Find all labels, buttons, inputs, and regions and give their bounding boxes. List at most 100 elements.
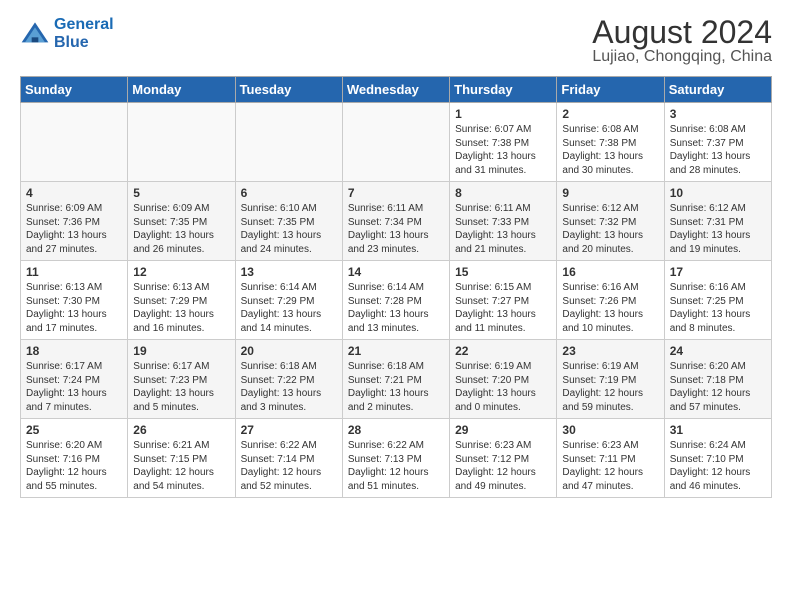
day-number: 16 [562,265,658,279]
calendar-page: General Blue August 2024 Lujiao, Chongqi… [0,0,792,508]
location-subtitle: Lujiao, Chongqing, China [592,48,772,66]
day-content: Sunrise: 6:11 AM Sunset: 7:33 PM Dayligh… [455,202,551,256]
day-number: 13 [241,265,337,279]
day-content: Sunrise: 6:23 AM Sunset: 7:11 PM Dayligh… [562,439,658,493]
calendar-cell: 13 Sunrise: 6:14 AM Sunset: 7:29 PM Dayli… [235,261,342,340]
day-number: 17 [670,265,766,279]
calendar-week-row: 11 Sunrise: 6:13 AM Sunset: 7:30 PM Dayli… [21,261,772,340]
day-content: Sunrise: 6:17 AM Sunset: 7:23 PM Dayligh… [133,360,229,414]
weekday-header-saturday: Saturday [664,77,771,103]
day-content: Sunrise: 6:20 AM Sunset: 7:16 PM Dayligh… [26,439,122,493]
day-content: Sunrise: 6:17 AM Sunset: 7:24 PM Dayligh… [26,360,122,414]
calendar-cell [342,103,449,182]
calendar-week-row: 4 Sunrise: 6:09 AM Sunset: 7:36 PM Daylig… [21,182,772,261]
calendar-cell: 10 Sunrise: 6:12 AM Sunset: 7:31 PM Dayli… [664,182,771,261]
day-number: 2 [562,107,658,121]
day-content: Sunrise: 6:14 AM Sunset: 7:28 PM Dayligh… [348,281,444,335]
weekday-header-thursday: Thursday [450,77,557,103]
calendar-cell: 3Sunrise: 6:08 AM Sunset: 7:37 PM Daylig… [664,103,771,182]
calendar-cell: 14 Sunrise: 6:14 AM Sunset: 7:28 PM Dayli… [342,261,449,340]
logo: General Blue [20,16,114,51]
calendar-cell: 27 Sunrise: 6:22 AM Sunset: 7:14 PM Dayli… [235,419,342,498]
calendar-cell: 16Sunrise: 6:16 AM Sunset: 7:26 PM Dayli… [557,261,664,340]
calendar-week-row: 18 Sunrise: 6:17 AM Sunset: 7:24 PM Dayli… [21,340,772,419]
day-number: 6 [241,186,337,200]
calendar-cell: 29Sunrise: 6:23 AM Sunset: 7:12 PM Dayli… [450,419,557,498]
month-year-title: August 2024 [592,16,772,48]
weekday-header-monday: Monday [128,77,235,103]
calendar-cell: 21 Sunrise: 6:18 AM Sunset: 7:21 PM Dayli… [342,340,449,419]
day-content: Sunrise: 6:08 AM Sunset: 7:37 PM Dayligh… [670,123,766,177]
day-content: Sunrise: 6:11 AM Sunset: 7:34 PM Dayligh… [348,202,444,256]
day-number: 20 [241,344,337,358]
day-number: 28 [348,423,444,437]
day-content: Sunrise: 6:23 AM Sunset: 7:12 PM Dayligh… [455,439,551,493]
weekday-header-sunday: Sunday [21,77,128,103]
day-number: 26 [133,423,229,437]
calendar-cell: 22Sunrise: 6:19 AM Sunset: 7:20 PM Dayli… [450,340,557,419]
calendar-table: SundayMondayTuesdayWednesdayThursdayFrid… [20,76,772,498]
day-number: 23 [562,344,658,358]
day-content: Sunrise: 6:22 AM Sunset: 7:14 PM Dayligh… [241,439,337,493]
day-number: 10 [670,186,766,200]
calendar-cell: 2Sunrise: 6:08 AM Sunset: 7:38 PM Daylig… [557,103,664,182]
day-content: Sunrise: 6:10 AM Sunset: 7:35 PM Dayligh… [241,202,337,256]
calendar-week-row: 1Sunrise: 6:07 AM Sunset: 7:38 PM Daylig… [21,103,772,182]
day-number: 31 [670,423,766,437]
calendar-cell: 12Sunrise: 6:13 AM Sunset: 7:29 PM Dayli… [128,261,235,340]
calendar-cell: 20 Sunrise: 6:18 AM Sunset: 7:22 PM Dayli… [235,340,342,419]
day-number: 18 [26,344,122,358]
day-number: 30 [562,423,658,437]
logo-general: General [54,16,114,33]
weekday-header-row: SundayMondayTuesdayWednesdayThursdayFrid… [21,77,772,103]
calendar-cell: 11 Sunrise: 6:13 AM Sunset: 7:30 PM Dayli… [21,261,128,340]
day-content: Sunrise: 6:12 AM Sunset: 7:32 PM Dayligh… [562,202,658,256]
calendar-cell: 15Sunrise: 6:15 AM Sunset: 7:27 PM Dayli… [450,261,557,340]
calendar-cell: 25 Sunrise: 6:20 AM Sunset: 7:16 PM Dayli… [21,419,128,498]
calendar-cell: 19 Sunrise: 6:17 AM Sunset: 7:23 PM Dayli… [128,340,235,419]
day-content: Sunrise: 6:21 AM Sunset: 7:15 PM Dayligh… [133,439,229,493]
day-content: Sunrise: 6:24 AM Sunset: 7:10 PM Dayligh… [670,439,766,493]
calendar-cell: 1Sunrise: 6:07 AM Sunset: 7:38 PM Daylig… [450,103,557,182]
day-content: Sunrise: 6:14 AM Sunset: 7:29 PM Dayligh… [241,281,337,335]
day-number: 15 [455,265,551,279]
calendar-cell: 5Sunrise: 6:09 AM Sunset: 7:35 PM Daylig… [128,182,235,261]
calendar-cell: 8 Sunrise: 6:11 AM Sunset: 7:33 PM Daylig… [450,182,557,261]
calendar-cell: 9 Sunrise: 6:12 AM Sunset: 7:32 PM Daylig… [557,182,664,261]
calendar-cell: 7Sunrise: 6:11 AM Sunset: 7:34 PM Daylig… [342,182,449,261]
page-header: General Blue August 2024 Lujiao, Chongqi… [20,16,772,66]
day-number: 19 [133,344,229,358]
calendar-week-row: 25 Sunrise: 6:20 AM Sunset: 7:16 PM Dayli… [21,419,772,498]
day-content: Sunrise: 6:09 AM Sunset: 7:36 PM Dayligh… [26,202,122,256]
day-number: 8 [455,186,551,200]
calendar-cell: 18 Sunrise: 6:17 AM Sunset: 7:24 PM Dayli… [21,340,128,419]
day-content: Sunrise: 6:07 AM Sunset: 7:38 PM Dayligh… [455,123,551,177]
calendar-cell: 28Sunrise: 6:22 AM Sunset: 7:13 PM Dayli… [342,419,449,498]
day-content: Sunrise: 6:13 AM Sunset: 7:30 PM Dayligh… [26,281,122,335]
day-number: 12 [133,265,229,279]
day-number: 27 [241,423,337,437]
day-number: 9 [562,186,658,200]
logo-text: General Blue [54,16,114,51]
day-number: 11 [26,265,122,279]
calendar-cell: 4 Sunrise: 6:09 AM Sunset: 7:36 PM Daylig… [21,182,128,261]
logo-blue: Blue [54,34,89,51]
day-number: 14 [348,265,444,279]
day-number: 22 [455,344,551,358]
day-content: Sunrise: 6:16 AM Sunset: 7:25 PM Dayligh… [670,281,766,335]
logo-icon [20,19,50,49]
day-number: 5 [133,186,229,200]
day-content: Sunrise: 6:18 AM Sunset: 7:22 PM Dayligh… [241,360,337,414]
calendar-cell: 31 Sunrise: 6:24 AM Sunset: 7:10 PM Dayli… [664,419,771,498]
weekday-header-wednesday: Wednesday [342,77,449,103]
title-block: August 2024 Lujiao, Chongqing, China [592,16,772,66]
day-number: 4 [26,186,122,200]
calendar-cell: 26 Sunrise: 6:21 AM Sunset: 7:15 PM Dayli… [128,419,235,498]
day-number: 25 [26,423,122,437]
day-content: Sunrise: 6:12 AM Sunset: 7:31 PM Dayligh… [670,202,766,256]
day-number: 21 [348,344,444,358]
day-number: 24 [670,344,766,358]
calendar-cell [128,103,235,182]
calendar-cell: 30 Sunrise: 6:23 AM Sunset: 7:11 PM Dayli… [557,419,664,498]
day-content: Sunrise: 6:18 AM Sunset: 7:21 PM Dayligh… [348,360,444,414]
